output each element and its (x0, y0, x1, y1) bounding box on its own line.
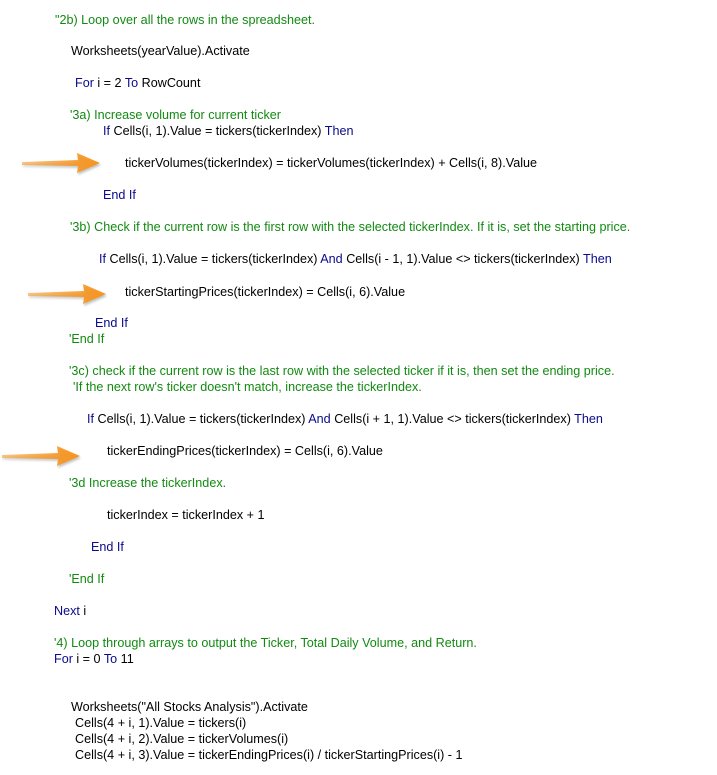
code-line: '3a) Increase volume for current ticker (70, 107, 281, 123)
arrow-right-icon (20, 150, 102, 176)
code-keyword: To (103, 652, 118, 666)
code-line: Worksheets("All Stocks Analysis").Activa… (71, 699, 308, 715)
code-line: Cells(4 + i, 3).Value = tickerEndingPric… (75, 747, 463, 763)
code-comment: '3c) check if the current row is the las… (69, 364, 615, 378)
code-keyword: And (320, 252, 343, 266)
code-line: '3b) Check if the current row is the fir… (70, 219, 630, 235)
code-comment: '4) Loop through arrays to output the Ti… (54, 636, 477, 650)
code-line: '3d Increase the tickerIndex. (69, 475, 226, 491)
code-line: End If (91, 539, 124, 555)
code-line: End If (103, 187, 136, 203)
code-keyword: Next (54, 604, 80, 618)
code-line: tickerVolumes(tickerIndex) = tickerVolum… (125, 155, 537, 171)
code-line: Cells(4 + i, 2).Value = tickerVolumes(i) (75, 731, 288, 747)
code-text: 11 (117, 652, 134, 666)
code-keyword: If (103, 124, 110, 138)
code-line: tickerEndingPrices(tickerIndex) = Cells(… (107, 443, 383, 459)
code-line: If Cells(i, 1).Value = tickers(tickerInd… (87, 411, 603, 427)
code-line: If Cells(i, 1).Value = tickers(tickerInd… (99, 251, 612, 267)
code-line: If Cells(i, 1).Value = tickers(tickerInd… (103, 123, 353, 139)
code-line: For i = 2 To RowCount (75, 75, 200, 91)
code-keyword: End If (91, 540, 124, 554)
code-keyword: End If (103, 188, 136, 202)
code-line: '3c) check if the current row is the las… (69, 363, 615, 379)
code-comment: '3b) Check if the current row is the fir… (70, 220, 631, 234)
code-keyword: Then (324, 124, 354, 138)
code-text: tickerIndex = tickerIndex + 1 (107, 508, 265, 522)
code-line: 'If the next row's ticker doesn't match,… (73, 379, 422, 395)
code-line: Worksheets(yearValue).Activate (71, 43, 250, 59)
code-keyword: Then (583, 252, 612, 266)
code-comment: 'End If (69, 332, 105, 346)
code-text: tickerVolumes(tickerIndex) = tickerVolum… (125, 156, 538, 170)
code-comment: '3a) Increase volume for current ticker (70, 108, 281, 122)
code-text: Cells(4 + i, 2).Value = tickerVolumes(i) (75, 732, 289, 746)
code-comment: 'End If (69, 572, 105, 586)
code-text: Worksheets("All Stocks Analysis").Activa… (71, 700, 308, 714)
code-line: Next i (54, 603, 86, 619)
code-text: i = 2 (93, 76, 125, 90)
code-comment: '3d Increase the tickerIndex. (69, 476, 227, 490)
code-line: For i = 0 To 11 (54, 651, 134, 667)
code-line: 'End If (69, 571, 104, 587)
code-text: Cells(i, 1).Value = tickers(tickerIndex) (94, 412, 309, 426)
code-line: tickerStartingPrices(tickerIndex) = Cell… (125, 284, 405, 300)
code-text: Cells(4 + i, 1).Value = tickers(i) (75, 716, 247, 730)
code-text: Cells(i, 1).Value = tickers(tickerIndex) (106, 252, 321, 266)
code-text: RowCount (138, 76, 201, 90)
arrow-right-icon (26, 281, 108, 307)
code-line: 'End If (69, 331, 104, 347)
code-line: '4) Loop through arrays to output the Ti… (54, 635, 477, 651)
code-comment: "2b) Loop over all the rows in the sprea… (55, 13, 315, 27)
code-text: Cells(i - 1, 1).Value <> tickers(tickerI… (342, 252, 583, 266)
code-text: tickerStartingPrices(tickerIndex) = Cell… (125, 285, 406, 299)
code-text: Cells(i, 1).Value = tickers(tickerIndex) (110, 124, 325, 138)
code-keyword: Then (574, 412, 603, 426)
code-line: tickerIndex = tickerIndex + 1 (107, 507, 265, 523)
code-keyword: For (75, 76, 94, 90)
code-line: End If (95, 315, 128, 331)
arrow-right-icon (0, 443, 82, 469)
code-keyword: If (87, 412, 94, 426)
code-keyword: And (308, 412, 331, 426)
code-text: Cells(i + 1, 1).Value <> tickers(tickerI… (330, 412, 575, 426)
code-text: tickerEndingPrices(tickerIndex) = Cells(… (107, 444, 383, 458)
code-keyword: End If (95, 316, 128, 330)
code-comment: 'If the next row's ticker doesn't match,… (73, 380, 422, 394)
code-keyword: To (124, 76, 139, 90)
code-line: Cells(4 + i, 1).Value = tickers(i) (75, 715, 246, 731)
code-text: i = 0 (72, 652, 104, 666)
code-text: Cells(4 + i, 3).Value = tickerEndingPric… (75, 748, 463, 762)
code-text: i (79, 604, 87, 618)
code-keyword: If (99, 252, 106, 266)
code-line: "2b) Loop over all the rows in the sprea… (55, 12, 315, 28)
code-text: Worksheets(yearValue).Activate (71, 44, 250, 58)
code-keyword: For (54, 652, 73, 666)
